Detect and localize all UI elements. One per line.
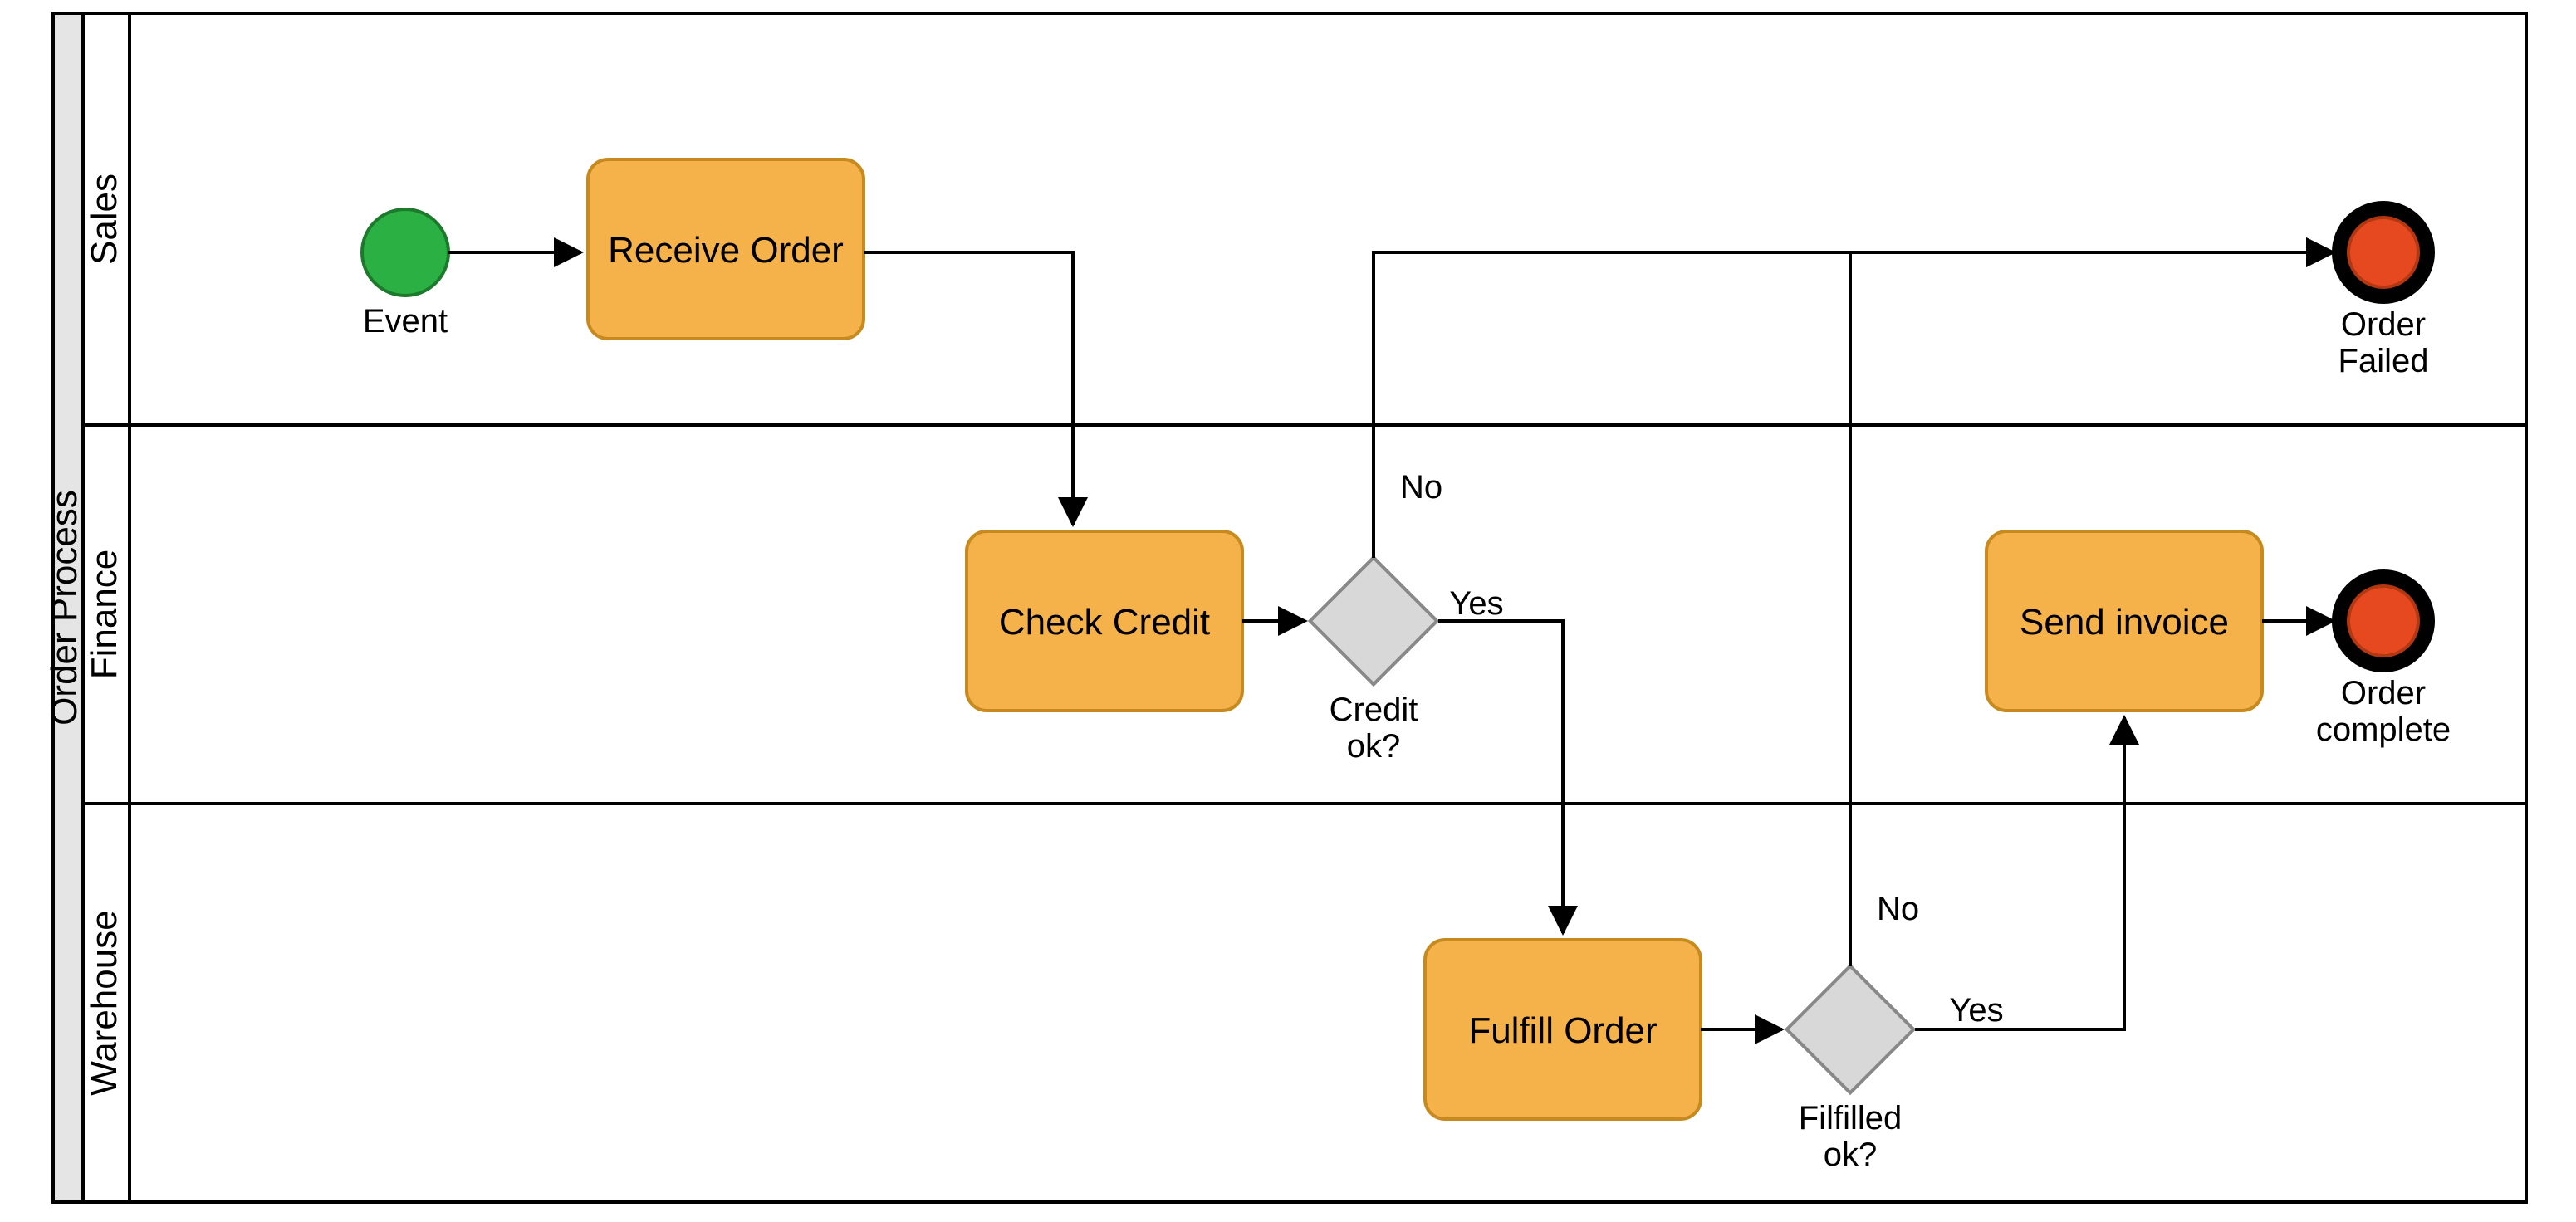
edge-label-fulfilled-yes: Yes (1949, 992, 2003, 1029)
bpmn-diagram: Order Process Sales Finance Warehouse Ev… (0, 0, 2576, 1222)
end-event-order-failed-label1: Order (2341, 306, 2426, 343)
flow-credit-no (1374, 252, 2334, 558)
end-event-order-failed-label2: Failed (2338, 343, 2429, 379)
lane-label-finance: Finance (84, 550, 125, 680)
lane-warehouse (130, 804, 2526, 1202)
gateway-credit-ok (1310, 558, 1437, 685)
task-check-credit-label: Check Credit (999, 602, 1210, 643)
lane-sales (130, 13, 2526, 425)
gateway-fulfilled-ok (1787, 966, 1914, 1093)
edge-label-fulfilled-no: No (1877, 891, 1919, 927)
gateway-fulfilled-ok-label2: ok? (1824, 1136, 1878, 1173)
lane-label-sales: Sales (84, 174, 125, 265)
pool-title: Order Process (44, 490, 85, 726)
end-event-order-failed (2340, 209, 2427, 296)
flow-receive-to-checkcredit (864, 252, 1073, 525)
gateway-credit-ok-label2: ok? (1347, 728, 1401, 765)
gateway-fulfilled-ok-label1: Filfilled (1799, 1100, 1902, 1136)
end-event-order-complete-label1: Order (2341, 675, 2426, 711)
flow-fulfilled-yes (1915, 717, 2124, 1029)
start-event (362, 209, 448, 296)
lane-label-warehouse: Warehouse (84, 910, 125, 1095)
start-event-label: Event (363, 303, 448, 340)
task-receive-order-label: Receive Order (608, 230, 844, 271)
flow-credit-yes (1438, 621, 1563, 933)
end-event-order-complete-label2: complete (2316, 711, 2451, 748)
task-fulfill-order-label: Fulfill Order (1468, 1010, 1657, 1051)
edge-label-credit-yes: Yes (1449, 585, 1503, 622)
end-event-order-complete (2340, 578, 2427, 664)
edge-label-credit-no: No (1400, 469, 1442, 506)
gateway-credit-ok-label1: Credit (1330, 692, 1418, 728)
task-send-invoice-label: Send invoice (2020, 602, 2229, 643)
